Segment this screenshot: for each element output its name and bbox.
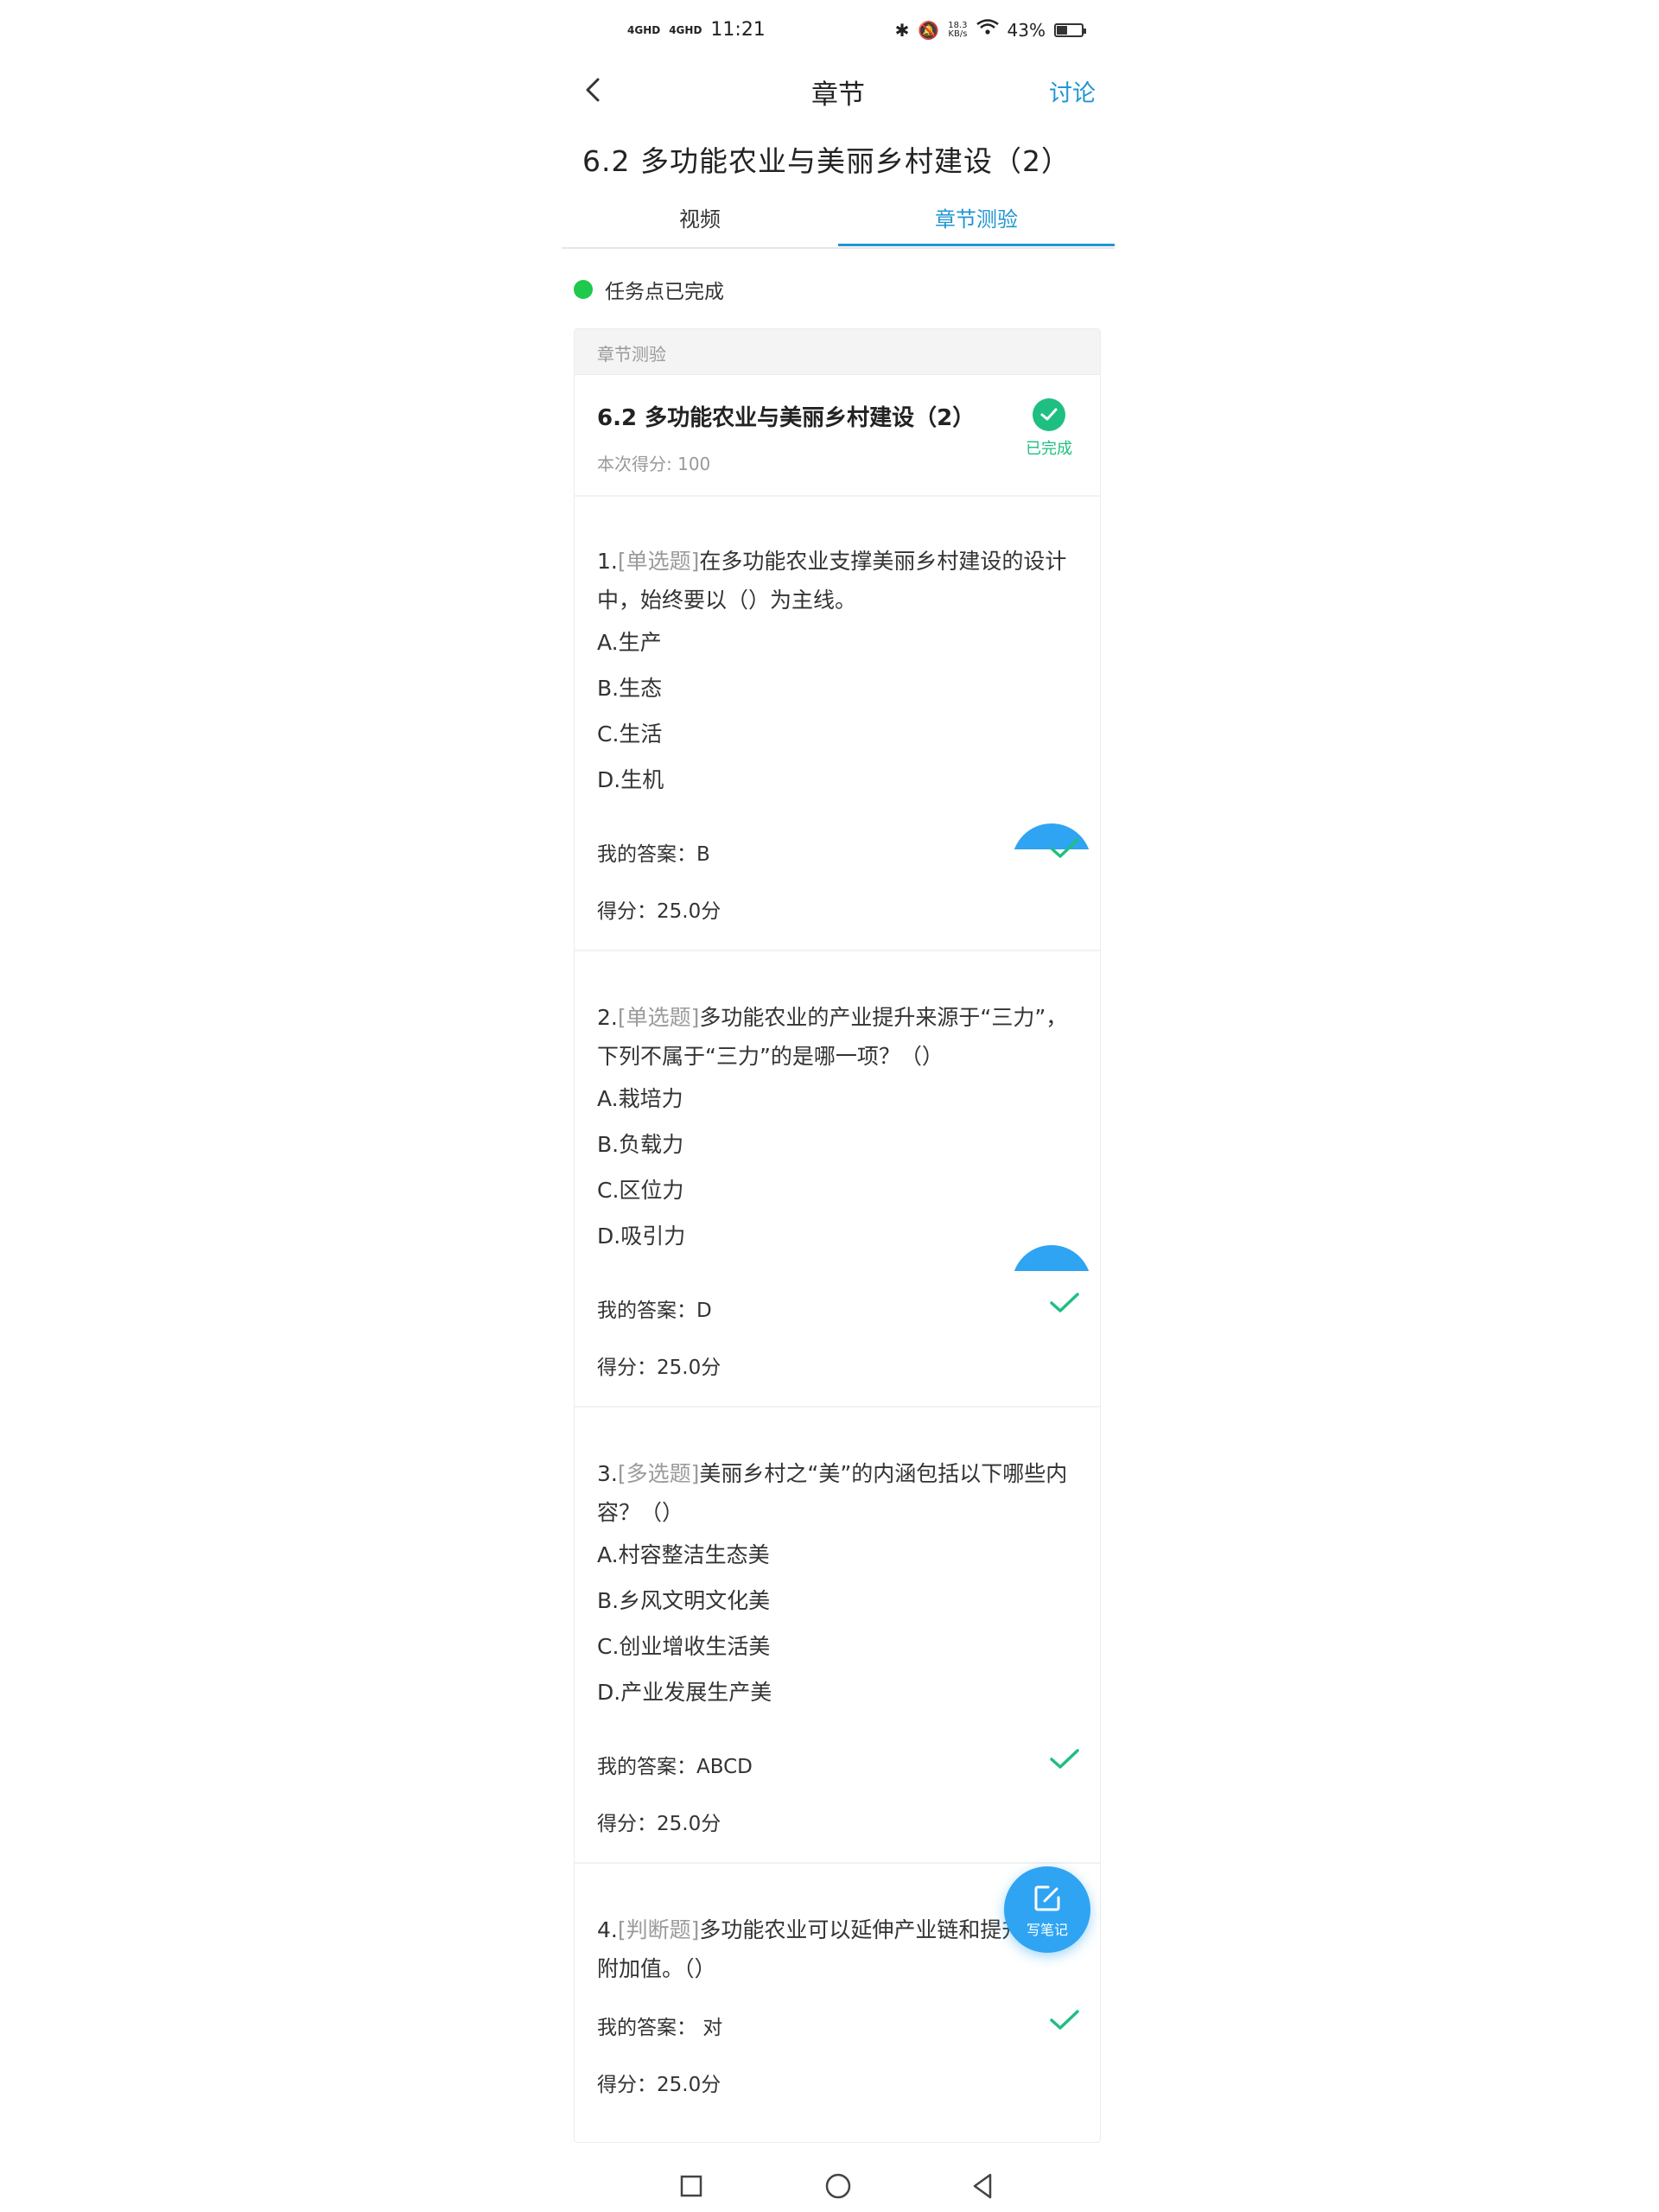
question-score: 得分：25.0分 — [597, 900, 721, 923]
page-title: 章节 — [811, 79, 865, 111]
question-number: 3. — [597, 1461, 618, 1486]
wifi-icon — [976, 19, 999, 41]
task-status: 任务点已完成 — [574, 275, 724, 304]
active-tab-indicator — [838, 244, 1115, 246]
option-a: A.生产 — [597, 630, 662, 655]
circle-icon[interactable] — [819, 2167, 857, 2205]
tab-bar: 视频 章节测验 — [562, 195, 1115, 249]
question-score: 得分：25.0分 — [597, 2074, 721, 2096]
question-3: 3.[多选题]美丽乡村之“美”的内涵包括以下哪些内容？（） A.村容整洁生态美 … — [597, 1454, 1081, 1715]
question-type: [单选题] — [617, 549, 700, 574]
note-fab-partial — [1012, 1245, 1091, 1271]
my-answer: 我的答案：D — [597, 1300, 712, 1322]
question-type: [判断题] — [617, 1917, 700, 1942]
tab-chapter-quiz[interactable]: 章节测验 — [838, 202, 1115, 232]
question-score: 得分：25.0分 — [597, 1813, 721, 1835]
divider — [575, 1406, 1100, 1408]
option-c: C.创业增收生活美 — [597, 1634, 771, 1659]
my-answer: 我的答案：B — [597, 843, 710, 866]
question-text: 1.[单选题]在多功能农业支撑美丽乡村建设的设计中，始终要以（）为主线。 — [597, 542, 1081, 620]
status-dot-icon — [574, 280, 593, 299]
fab-disk — [1012, 1245, 1091, 1271]
my-answer: 我的答案：ABCD — [597, 1756, 753, 1778]
option-b: B.生态 — [597, 676, 663, 701]
my-answer: 我的答案： 对 — [597, 2017, 723, 2039]
question-type: [单选题] — [617, 1005, 700, 1030]
battery-icon — [1054, 22, 1086, 37]
lesson-title: 6.2 多功能农业与美丽乡村建设（2） — [582, 144, 1071, 178]
completed-badge: 已完成 — [1019, 398, 1079, 459]
discussion-button[interactable]: 讨论 — [1049, 74, 1096, 108]
write-note-button[interactable]: 写笔记 — [1004, 1866, 1090, 1953]
battery-fill — [1057, 25, 1067, 35]
question-number: 4. — [597, 1917, 618, 1942]
question-text: 2.[单选题]多功能农业的产业提升来源于“三力”，下列不属于“三力”的是哪一项？… — [597, 998, 1081, 1076]
divider — [575, 1862, 1100, 1864]
network-speed: 18.3 KB/s — [948, 21, 968, 39]
option-a: A.村容整洁生态美 — [597, 1542, 770, 1567]
status-bar: 4GHD 4GHD 11:21 ✱ 🔕 18.3 KB/s 43% — [562, 0, 1115, 60]
divider — [575, 950, 1100, 951]
option-b: B.负载力 — [597, 1132, 684, 1157]
signal-icon-1: 4GHD — [627, 23, 661, 36]
clock: 11:21 — [710, 19, 766, 41]
write-note-label: 写笔记 — [1026, 1922, 1068, 1938]
option-c: C.生活 — [597, 721, 663, 747]
question-2: 2.[单选题]多功能农业的产业提升来源于“三力”，下列不属于“三力”的是哪一项？… — [597, 998, 1081, 1259]
bluetooth-icon: ✱ — [894, 19, 910, 41]
edit-note-icon — [1034, 1885, 1060, 1911]
option-a: A.栽培力 — [597, 1086, 683, 1111]
status-right: ✱ 🔕 18.3 KB/s 43% — [894, 19, 1086, 41]
question-type: [多选题] — [617, 1461, 700, 1486]
card-header: 章节测验 — [575, 329, 1100, 375]
nav-bar: 章节 讨论 — [562, 60, 1115, 118]
mute-icon: 🔕 — [918, 19, 940, 41]
tab-video[interactable]: 视频 — [562, 202, 838, 232]
signal-icon-2: 4GHD — [669, 23, 702, 36]
battery-percent: 43% — [1007, 19, 1046, 41]
question-text: 3.[多选题]美丽乡村之“美”的内涵包括以下哪些内容？（） — [597, 1454, 1081, 1532]
question-number: 2. — [597, 1005, 618, 1030]
question-number: 1. — [597, 549, 618, 574]
question-score: 得分：25.0分 — [597, 1357, 721, 1379]
option-c: C.区位力 — [597, 1178, 684, 1203]
check-icon — [1050, 1293, 1079, 1313]
option-d: D.生机 — [597, 767, 664, 792]
triangle-back-icon[interactable] — [964, 2167, 1002, 2205]
check-circle-icon — [1033, 398, 1065, 431]
quiz-score: 本次得分: 100 — [597, 454, 711, 474]
square-icon[interactable] — [672, 2167, 710, 2205]
task-status-label: 任务点已完成 — [605, 281, 724, 303]
question-1: 1.[单选题]在多功能农业支撑美丽乡村建设的设计中，始终要以（）为主线。 A.生… — [597, 542, 1081, 803]
check-icon — [1050, 1749, 1079, 1769]
card-section-label: 章节测验 — [597, 344, 666, 365]
option-b: B.乡风文明文化美 — [597, 1588, 771, 1613]
option-d: D.产业发展生产美 — [597, 1680, 772, 1705]
completed-label: 已完成 — [1026, 440, 1072, 458]
speed-unit: KB/s — [948, 29, 968, 39]
check-icon — [1050, 838, 1079, 858]
system-nav-bar — [562, 2160, 1115, 2212]
quiz-title: 6.2 多功能农业与美丽乡村建设（2） — [597, 405, 976, 431]
check-icon — [1050, 2010, 1079, 2030]
option-d: D.吸引力 — [597, 1224, 686, 1249]
status-left: 4GHD 4GHD 11:21 — [627, 19, 766, 41]
divider — [575, 495, 1100, 497]
